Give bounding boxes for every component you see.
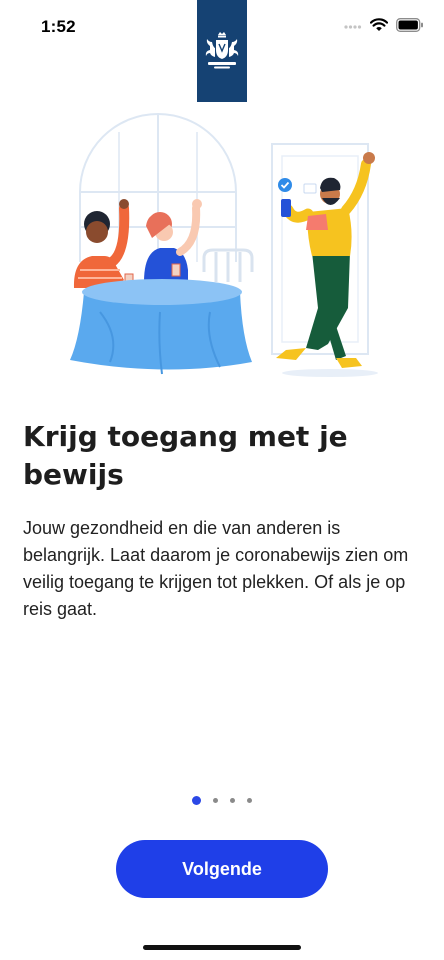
page-dot-1-active[interactable] (192, 796, 201, 805)
cellular-signal-icon (344, 25, 362, 29)
page-description: Jouw gezondheid en die van anderen is be… (23, 518, 409, 619)
page-title: Krijg toegang met je bewijs (23, 420, 348, 491)
page-dot-4[interactable] (247, 798, 252, 803)
wifi-icon (370, 18, 388, 31)
onboarding-illustration (70, 113, 378, 377)
home-indicator[interactable] (143, 945, 301, 950)
royal-coat-of-arms-logo (205, 32, 239, 69)
status-icons (344, 18, 424, 32)
rijksoverheid-logo-bar (197, 0, 247, 102)
battery-icon (396, 18, 423, 32)
page-dot-3[interactable] (230, 798, 235, 803)
next-button[interactable]: Volgende (116, 840, 328, 898)
status-time: 1:52 (41, 17, 76, 36)
page-indicator[interactable] (0, 796, 444, 805)
page-dot-2[interactable] (213, 798, 218, 803)
